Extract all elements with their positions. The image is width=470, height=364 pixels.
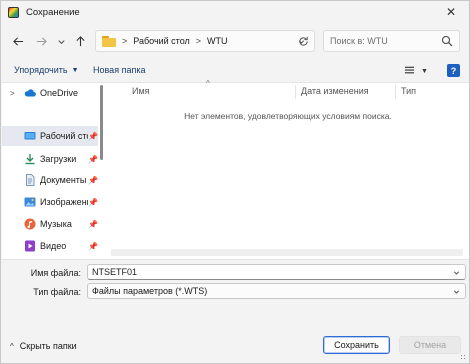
- download-icon: [25, 154, 35, 165]
- sidebar-item-pictures[interactable]: Изображения 📌: [2, 192, 98, 212]
- filename-value: NTSETF01: [92, 267, 138, 277]
- help-button[interactable]: ?: [447, 64, 460, 77]
- dropdown-arrow-icon: ▼: [421, 67, 428, 75]
- search-input[interactable]: Поиск в: WTU: [323, 30, 460, 52]
- empty-message: Нет элементов, удовлетворяющих условиям …: [184, 111, 392, 121]
- organize-label: Упорядочить: [14, 65, 68, 75]
- content-area: > OneDrive Рабочий стол 📌 Загрузки 📌 Док…: [2, 79, 469, 260]
- filetype-value: Файлы параметров (*.WTS): [92, 286, 208, 296]
- breadcrumb-separator: >: [122, 36, 128, 46]
- folder-icon: [102, 35, 116, 47]
- pin-icon: 📌: [88, 241, 98, 251]
- sidebar-item-label: Документы: [40, 175, 87, 185]
- column-header-date[interactable]: Дата изменения: [301, 83, 369, 99]
- back-button[interactable]: [9, 32, 27, 50]
- sort-indicator-icon: ^: [206, 79, 210, 88]
- organize-button[interactable]: Упорядочить ▼: [14, 65, 79, 75]
- cancel-button-label: Отмена: [413, 340, 447, 350]
- filetype-select[interactable]: Файлы параметров (*.WTS): [87, 283, 466, 299]
- sidebar-item-downloads[interactable]: Загрузки 📌: [2, 149, 98, 169]
- pin-icon: 📌: [88, 175, 98, 185]
- help-icon: ?: [450, 65, 457, 76]
- app-icon: [8, 6, 19, 18]
- filename-field[interactable]: NTSETF01: [87, 264, 466, 280]
- hide-folders-button[interactable]: ^ Скрыть папки: [10, 341, 77, 351]
- new-folder-button[interactable]: Новая папка: [93, 65, 145, 75]
- resize-grip[interactable]: [460, 354, 466, 360]
- new-folder-label: Новая папка: [93, 65, 146, 75]
- breadcrumb-separator: >: [195, 36, 202, 46]
- search-placeholder: Поиск в: WTU: [330, 36, 388, 46]
- arrow-up-icon: [75, 35, 85, 46]
- dropdown-arrow-icon: ▼: [71, 66, 79, 74]
- sidebar-item-label: Рабочий стол: [40, 131, 88, 141]
- column-header-label: Имя: [132, 86, 150, 96]
- sidebar-item-label: Видео: [40, 241, 67, 251]
- view-options-button[interactable]: ▼: [404, 63, 432, 79]
- navigation-pane: > OneDrive Рабочий стол 📌 Загрузки 📌 Док…: [2, 83, 103, 259]
- command-bar: Упорядочить ▼ Новая папка ▼ ?: [1, 62, 469, 80]
- forward-button[interactable]: [32, 32, 50, 50]
- pin-icon: 📌: [88, 154, 98, 164]
- sidebar-item-desktop[interactable]: Рабочий стол 📌: [2, 126, 98, 146]
- sidebar-item-videos[interactable]: Видео 📌: [2, 236, 98, 256]
- sidebar-item-music[interactable]: Музыка 📌: [2, 214, 98, 234]
- address-bar[interactable]: > Рабочий стол > WTU: [95, 30, 315, 52]
- desktop-icon: [24, 132, 36, 140]
- file-list: ^ Имя Дата изменения Тип Нет элементов, …: [107, 79, 469, 259]
- close-button[interactable]: ✕: [443, 4, 459, 20]
- filetype-label: Тип файла:: [33, 287, 81, 297]
- sidebar-item-label: Изображения: [40, 197, 88, 207]
- chevron-down-icon: [57, 39, 65, 44]
- dialog-footer: ^ Скрыть папки Сохранить Отмена: [1, 330, 469, 360]
- column-header-label: Дата изменения: [301, 86, 369, 96]
- pictures-icon: [24, 197, 36, 207]
- column-header-label: Тип: [401, 86, 417, 96]
- chevron-up-icon: ^: [10, 341, 14, 351]
- refresh-icon: [298, 36, 308, 46]
- up-button[interactable]: [71, 32, 89, 50]
- window-title: Сохранение: [26, 6, 80, 18]
- navigation-bar: > Рабочий стол > WTU Поиск в: WTU: [1, 26, 469, 56]
- column-divider[interactable]: [395, 85, 396, 99]
- arrow-right-icon: [36, 36, 47, 46]
- expand-chevron-icon[interactable]: >: [10, 89, 15, 98]
- title-bar: Сохранение ✕: [1, 1, 469, 23]
- cancel-button[interactable]: Отмена: [399, 336, 461, 354]
- sidebar-item-onedrive[interactable]: > OneDrive: [2, 83, 98, 103]
- document-icon: [26, 174, 35, 186]
- horizontal-scrollbar[interactable]: [111, 249, 463, 256]
- breadcrumb-wtu[interactable]: WTU: [207, 36, 228, 46]
- save-button[interactable]: Сохранить: [323, 336, 390, 354]
- sidebar-item-documents[interactable]: Документы 📌: [2, 170, 98, 190]
- save-button-label: Сохранить: [334, 340, 379, 350]
- pin-icon: 📌: [88, 197, 98, 207]
- sidebar-item-label: Музыка: [40, 219, 72, 229]
- chevron-down-icon: [453, 290, 460, 294]
- close-icon: ✕: [445, 5, 457, 19]
- column-divider[interactable]: [295, 85, 296, 99]
- sidebar-item-label: Загрузки: [40, 154, 77, 164]
- arrow-left-icon: [12, 36, 23, 46]
- pin-icon: 📌: [88, 131, 98, 141]
- hide-folders-label: Скрыть папки: [19, 341, 77, 351]
- recent-locations-button[interactable]: [52, 32, 70, 50]
- column-header-name[interactable]: Имя: [132, 83, 150, 99]
- save-dialog: Сохранение ✕ > Рабочий стол > WTU Поиск …: [0, 0, 470, 364]
- search-icon: [441, 35, 453, 47]
- music-icon: [24, 218, 36, 230]
- breadcrumb-desktop[interactable]: Рабочий стол: [133, 36, 190, 46]
- column-header-type[interactable]: Тип: [401, 83, 416, 99]
- list-view-icon: [404, 66, 415, 74]
- pin-icon: 📌: [88, 219, 98, 229]
- video-icon: [25, 240, 35, 252]
- sidebar-scrollbar[interactable]: [100, 85, 103, 160]
- cloud-icon: [24, 89, 36, 97]
- refresh-button[interactable]: [294, 30, 312, 52]
- sidebar-item-label: OneDrive: [40, 88, 79, 98]
- chevron-down-icon[interactable]: [452, 268, 461, 277]
- filename-label: Имя файла:: [30, 268, 81, 278]
